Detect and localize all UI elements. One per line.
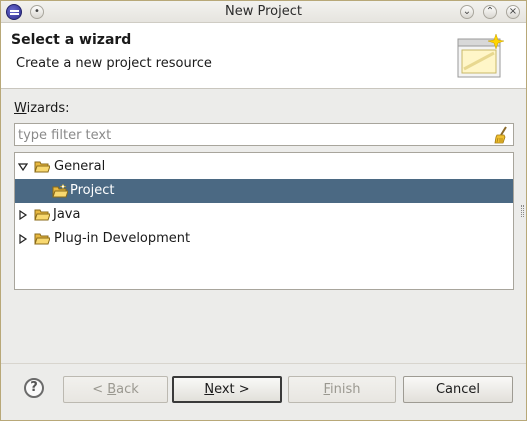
collapsed-arrow-icon[interactable] bbox=[18, 210, 28, 220]
back-button-prefix: < bbox=[92, 382, 108, 397]
finish-button-text: inish bbox=[330, 382, 361, 397]
back-button-mnemonic: B bbox=[107, 382, 117, 397]
back-button[interactable]: < Back bbox=[63, 376, 168, 403]
folder-icon bbox=[34, 233, 50, 245]
back-button-text: ack bbox=[116, 382, 139, 397]
next-button[interactable]: Next > bbox=[172, 376, 282, 403]
next-button-mnemonic: N bbox=[204, 382, 215, 397]
folder-icon bbox=[34, 209, 50, 221]
resize-sash[interactable] bbox=[521, 205, 524, 217]
expanded-arrow-icon[interactable] bbox=[18, 162, 28, 172]
tree-item-general[interactable]: General bbox=[15, 155, 513, 179]
new-wizard-banner-icon bbox=[457, 33, 505, 78]
collapsed-arrow-icon[interactable] bbox=[18, 234, 28, 244]
project-wizard-icon bbox=[52, 184, 68, 198]
button-bar-divider bbox=[1, 363, 526, 364]
next-button-text: ext > bbox=[214, 382, 250, 397]
clear-filter-icon[interactable] bbox=[493, 126, 509, 144]
finish-button[interactable]: Finish bbox=[288, 376, 396, 403]
folder-open-icon bbox=[34, 161, 50, 173]
banner-title: Select a wizard bbox=[11, 32, 132, 48]
minimize-icon[interactable]: ⌄ bbox=[460, 5, 474, 19]
tree-item-label: Project bbox=[70, 183, 115, 198]
maximize-icon[interactable]: ⌃ bbox=[483, 5, 497, 19]
wizard-tree[interactable]: General Project Java Plug-in Development bbox=[14, 152, 514, 290]
tree-item-label: Plug-in Development bbox=[54, 231, 191, 246]
tree-item-project[interactable]: Project bbox=[15, 179, 513, 203]
wizards-label: Wizards: bbox=[14, 101, 70, 116]
title-bar[interactable]: • New Project ⌄ ⌃ × bbox=[1, 1, 526, 23]
new-project-dialog: • New Project ⌄ ⌃ × Select a wizard Crea… bbox=[0, 0, 527, 421]
banner-description: Create a new project resource bbox=[16, 56, 212, 71]
help-button[interactable]: ? bbox=[24, 378, 44, 398]
wizards-label-mnemonic: W bbox=[14, 101, 27, 116]
tree-item-plugin-development[interactable]: Plug-in Development bbox=[15, 227, 513, 251]
window-title: New Project bbox=[225, 4, 302, 19]
tree-item-label: General bbox=[54, 159, 106, 174]
close-icon[interactable]: × bbox=[506, 5, 520, 19]
filter-input[interactable] bbox=[18, 126, 488, 144]
tree-item-label: Java bbox=[53, 207, 81, 222]
wizards-label-text: izards: bbox=[26, 101, 70, 116]
wizard-banner: Select a wizard Create a new project res… bbox=[1, 23, 526, 89]
tree-item-java[interactable]: Java bbox=[15, 203, 513, 227]
filter-field[interactable] bbox=[14, 123, 514, 146]
cancel-button[interactable]: Cancel bbox=[403, 376, 513, 403]
